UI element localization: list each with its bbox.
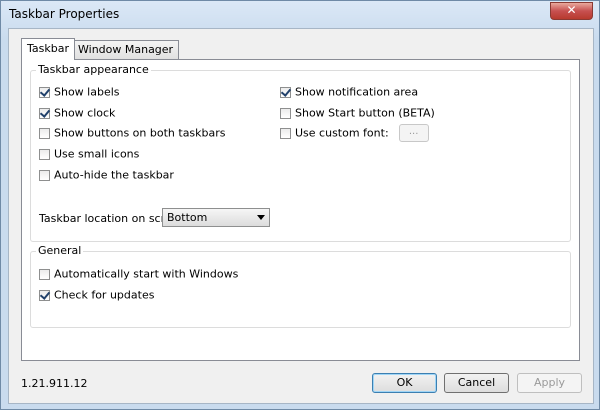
show-labels-check[interactable] xyxy=(39,86,50,98)
taskbar-tab-panel: Taskbar appearance Show labels Show cloc… xyxy=(21,59,580,361)
show-buttons-both-taskbars-checkbox[interactable]: Show buttons on both taskbars xyxy=(39,126,226,140)
use-small-icons-checkbox[interactable]: Use small icons xyxy=(39,147,139,161)
location-dropdown[interactable]: Bottom xyxy=(162,208,270,227)
window-title: Taskbar Properties xyxy=(9,7,120,21)
show-labels-label: Show labels xyxy=(54,85,120,99)
use-custom-font-checkbox[interactable]: Use custom font:... xyxy=(280,124,429,142)
small-icons-check[interactable] xyxy=(39,148,50,160)
show-clock-label: Show clock xyxy=(54,106,116,120)
small-icons-label: Use small icons xyxy=(54,147,140,161)
show-clock-check[interactable] xyxy=(39,107,50,119)
show-notification-check[interactable] xyxy=(280,86,291,98)
title-bar[interactable]: Taskbar Properties ✕ xyxy=(1,1,599,27)
taskbar-appearance-label: Taskbar appearance xyxy=(36,63,151,76)
show-notification-label: Show notification area xyxy=(295,85,419,99)
show-labels-checkbox[interactable]: Show labels xyxy=(39,85,120,99)
general-group: General Automatically start with Windows… xyxy=(30,244,571,328)
version-label: 1.21.911.12 xyxy=(21,377,88,390)
choose-font-button[interactable]: ... xyxy=(398,124,429,142)
auto-hide-check[interactable] xyxy=(39,169,50,181)
custom-font-label: Use custom font: xyxy=(295,126,389,140)
taskbar-appearance-group: Taskbar appearance Show labels Show cloc… xyxy=(30,63,571,242)
cancel-button[interactable]: Cancel xyxy=(444,373,509,393)
chevron-down-icon xyxy=(257,215,265,220)
auto-hide-label: Auto-hide the taskbar xyxy=(54,168,174,182)
show-start-label: Show Start button (BETA) xyxy=(295,106,435,120)
tab-taskbar[interactable]: Taskbar xyxy=(21,38,75,60)
show-start-button-checkbox[interactable]: Show Start button (BETA) xyxy=(280,106,435,120)
show-notification-area-checkbox[interactable]: Show notification area xyxy=(280,85,418,99)
apply-button[interactable]: Apply xyxy=(517,373,582,393)
check-updates-checkbox[interactable]: Check for updates xyxy=(39,288,154,302)
tab-window-manager[interactable]: Window Manager xyxy=(72,40,180,59)
tab-taskbar-label: Taskbar xyxy=(27,42,69,55)
auto-hide-checkbox[interactable]: Auto-hide the taskbar xyxy=(39,168,174,182)
show-buttons-both-check[interactable] xyxy=(39,127,50,139)
custom-font-check[interactable] xyxy=(280,127,291,139)
check-updates-label: Check for updates xyxy=(54,288,155,302)
auto-start-check[interactable] xyxy=(39,268,50,280)
dialog-client-area: Taskbar Window Manager Taskbar appearanc… xyxy=(8,28,594,404)
close-button[interactable]: ✕ xyxy=(550,2,593,20)
location-value: Bottom xyxy=(167,211,208,224)
general-label: General xyxy=(36,244,84,257)
ok-button[interactable]: OK xyxy=(372,373,437,393)
close-icon: ✕ xyxy=(566,3,577,17)
auto-start-checkbox[interactable]: Automatically start with Windows xyxy=(39,267,238,281)
show-start-check[interactable] xyxy=(280,107,291,119)
tab-window-manager-label: Window Manager xyxy=(78,43,174,56)
taskbar-properties-window: Taskbar Properties ✕ Taskbar Window Mana… xyxy=(0,0,600,410)
auto-start-label: Automatically start with Windows xyxy=(54,267,239,281)
check-updates-check[interactable] xyxy=(39,289,50,301)
show-clock-checkbox[interactable]: Show clock xyxy=(39,106,115,120)
show-buttons-both-label: Show buttons on both taskbars xyxy=(54,126,226,140)
